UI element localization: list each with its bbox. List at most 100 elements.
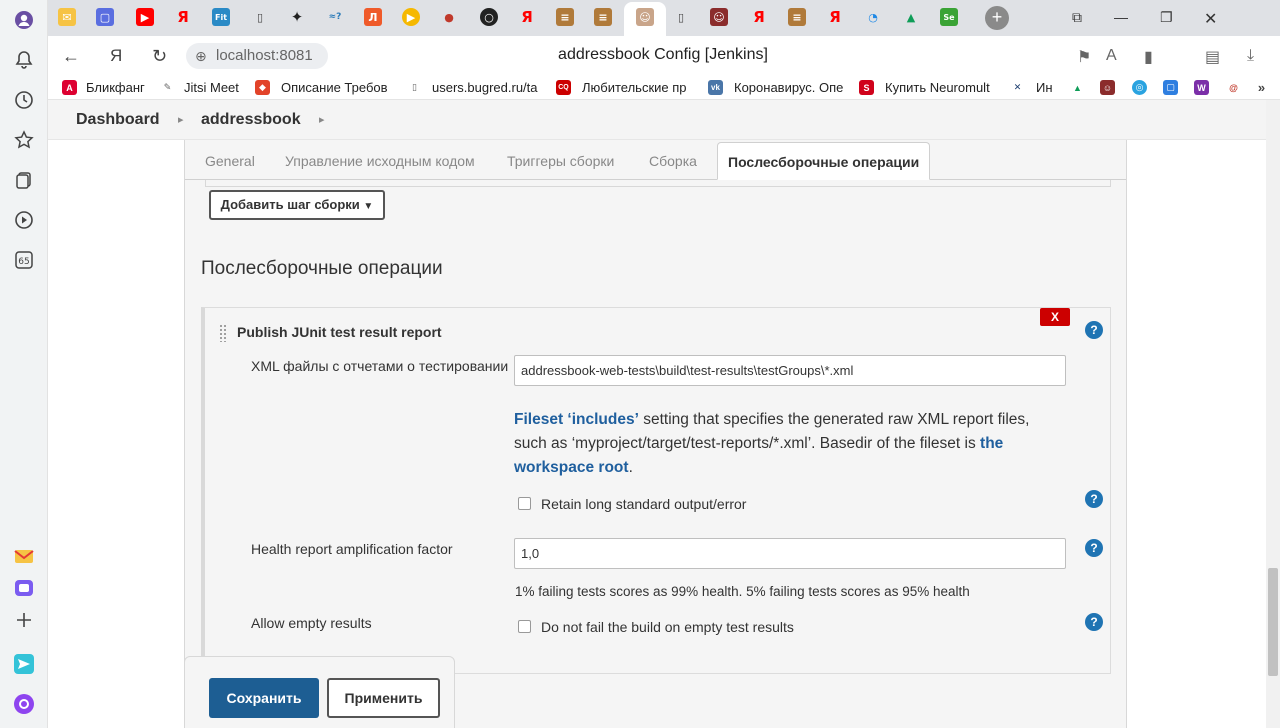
messenger-icon[interactable]	[12, 576, 36, 600]
scrollbar-thumb[interactable]	[1268, 568, 1278, 676]
allow-empty-label: Allow empty results	[251, 615, 372, 631]
tab-l-icon[interactable]: Л	[364, 8, 382, 26]
main-content: General Управление исходным кодом Тригге…	[48, 140, 1266, 728]
url-field[interactable]: ⊕ localhost:8081	[186, 43, 328, 69]
xml-files-description: Fileset ‘includes’ setting that specifie…	[514, 408, 1054, 480]
bookmark-item[interactable]: Коронавирус. Опе	[734, 80, 844, 98]
chat-bookmark-icon[interactable]: ▢	[1163, 80, 1178, 95]
tab-yandex-icon[interactable]: Я	[174, 8, 192, 26]
tab-play-icon[interactable]: ▶	[402, 8, 420, 26]
chevron-right-icon[interactable]: ▸	[178, 113, 184, 126]
tab-active[interactable]: ☺	[624, 2, 666, 36]
apply-button[interactable]: Применить	[327, 678, 440, 718]
new-tab-button[interactable]: +	[985, 6, 1009, 30]
tab-triggers[interactable]: Триггеры сборки	[507, 153, 614, 169]
tab-yandex-4-icon[interactable]: Я	[826, 8, 844, 26]
tab-circle-icon[interactable]: ○	[480, 8, 498, 26]
send-app-icon[interactable]	[12, 652, 36, 676]
drive-bookmark-icon[interactable]: ▲	[1070, 80, 1085, 95]
help-icon[interactable]: ?	[1085, 490, 1103, 508]
help-icon[interactable]: ?	[1085, 321, 1103, 339]
counter-65-icon[interactable]: 65	[12, 248, 36, 272]
profile-avatar-icon[interactable]	[12, 8, 36, 32]
yandex-logo-icon[interactable]: Я	[110, 46, 122, 66]
download-icon[interactable]: ⤓	[1247, 47, 1254, 65]
health-factor-input[interactable]: 1,0	[514, 538, 1066, 569]
fileset-includes-link[interactable]: Fileset ‘includes’	[514, 411, 639, 428]
tab-stack-icon[interactable]: ≡	[556, 8, 574, 26]
tabs-menu-icon[interactable]: ⧉	[1072, 9, 1082, 26]
alice-icon[interactable]	[12, 692, 36, 716]
reading-list-icon[interactable]: ▤	[1205, 47, 1220, 67]
junit-publisher-block: Publish JUnit test result report X ? XML…	[201, 307, 1111, 674]
page-icon: ▯	[412, 82, 417, 92]
mail-icon[interactable]	[12, 544, 36, 568]
tab-loader-icon[interactable]: ◔	[864, 8, 882, 26]
collections-icon[interactable]	[12, 168, 36, 192]
allow-empty-checkbox[interactable]	[518, 620, 531, 633]
back-arrow-icon[interactable]: ←	[62, 46, 80, 67]
swirl-bookmark-icon[interactable]: @	[1226, 80, 1241, 95]
help-icon[interactable]: ?	[1085, 539, 1103, 557]
restore-icon[interactable]: ❐	[1160, 9, 1173, 26]
save-bar: Сохранить Применить	[184, 656, 455, 728]
tab-stack-2-icon[interactable]: ≡	[594, 8, 612, 26]
circle-bookmark-icon[interactable]: ◎	[1132, 80, 1147, 95]
history-icon[interactable]	[12, 88, 36, 112]
bookmark-item[interactable]: Описание Требов	[281, 80, 389, 98]
more-bookmarks-icon[interactable]: »	[1254, 80, 1269, 95]
drag-handle-icon[interactable]	[219, 324, 227, 342]
tab-mail-icon[interactable]: ✉	[58, 8, 76, 26]
s-icon: S	[859, 80, 874, 95]
scrollbar[interactable]	[1266, 100, 1280, 728]
tab-yandex-2-icon[interactable]: Я	[518, 8, 536, 26]
tab-translate-icon[interactable]: ≈?	[326, 8, 344, 26]
caret-down-icon: ▼	[363, 201, 374, 212]
tab-post-build[interactable]: Послесборочные операции	[717, 142, 931, 180]
close-window-icon[interactable]: ✕	[1204, 9, 1217, 29]
chevron-right-icon[interactable]: ▸	[319, 113, 325, 126]
url-text: localhost:8081	[216, 47, 313, 64]
tab-page-2-icon[interactable]: ▯	[672, 8, 690, 26]
tab-selenium-icon[interactable]: Se	[940, 8, 958, 26]
w-bookmark-icon[interactable]: W	[1194, 80, 1209, 95]
tab-yandex-3-icon[interactable]: Я	[750, 8, 768, 26]
breadcrumb-job[interactable]: addressbook	[201, 111, 301, 129]
add-panel-icon[interactable]	[12, 608, 36, 632]
cq-icon: CQ	[556, 80, 571, 95]
save-button[interactable]: Сохранить	[209, 678, 319, 718]
xml-files-input[interactable]: addressbook-web-tests\build\test-results…	[514, 355, 1066, 386]
bookmark-item[interactable]: Ин	[1036, 80, 1056, 98]
bell-icon[interactable]	[12, 48, 36, 72]
tab-stack-3-icon[interactable]: ≡	[788, 8, 806, 26]
tab-fit-icon[interactable]: Fit	[212, 8, 230, 26]
bookmark-item[interactable]: Купить Neuromult	[885, 80, 993, 98]
reload-icon[interactable]: ↻	[152, 46, 167, 67]
minimize-icon[interactable]: —	[1114, 9, 1128, 25]
breadcrumb-dashboard[interactable]: Dashboard	[76, 111, 160, 129]
delete-step-button[interactable]: X	[1040, 308, 1070, 326]
tab-map-pin-icon[interactable]: ●	[440, 8, 458, 26]
bookmark-item[interactable]: users.bugred.ru/ta	[432, 80, 540, 98]
tab-chat-icon[interactable]: ▢	[96, 8, 114, 26]
tab-general[interactable]: General	[205, 153, 255, 169]
help-icon[interactable]: ?	[1085, 613, 1103, 631]
bookmark-item[interactable]: Любительские пр	[582, 80, 690, 98]
svg-text:65: 65	[18, 257, 29, 267]
tab-page-icon[interactable]: ▯	[251, 8, 269, 26]
tab-scm[interactable]: Управление исходным кодом	[285, 153, 475, 169]
tab-build[interactable]: Сборка	[649, 153, 697, 169]
avatar-bookmark-icon[interactable]: ☺	[1100, 80, 1115, 95]
translate-icon[interactable]: A	[1106, 47, 1117, 65]
add-build-step-button[interactable]: Добавить шаг сборки ▼	[209, 190, 385, 220]
tab-youtube-icon[interactable]: ▶	[136, 8, 154, 26]
tab-drive-icon[interactable]: ▲	[902, 8, 920, 26]
tab-avatar-icon[interactable]: ☺	[710, 8, 728, 26]
play-icon[interactable]	[12, 208, 36, 232]
bookmark-icon[interactable]: ▮	[1144, 47, 1153, 67]
extension-icon[interactable]: ⚑	[1077, 47, 1091, 67]
bookmark-item[interactable]: Jitsi Meet	[184, 80, 264, 98]
star-icon[interactable]	[12, 128, 36, 152]
retain-output-checkbox[interactable]	[518, 497, 531, 510]
tab-sparkle-icon[interactable]: ✦	[288, 8, 306, 26]
